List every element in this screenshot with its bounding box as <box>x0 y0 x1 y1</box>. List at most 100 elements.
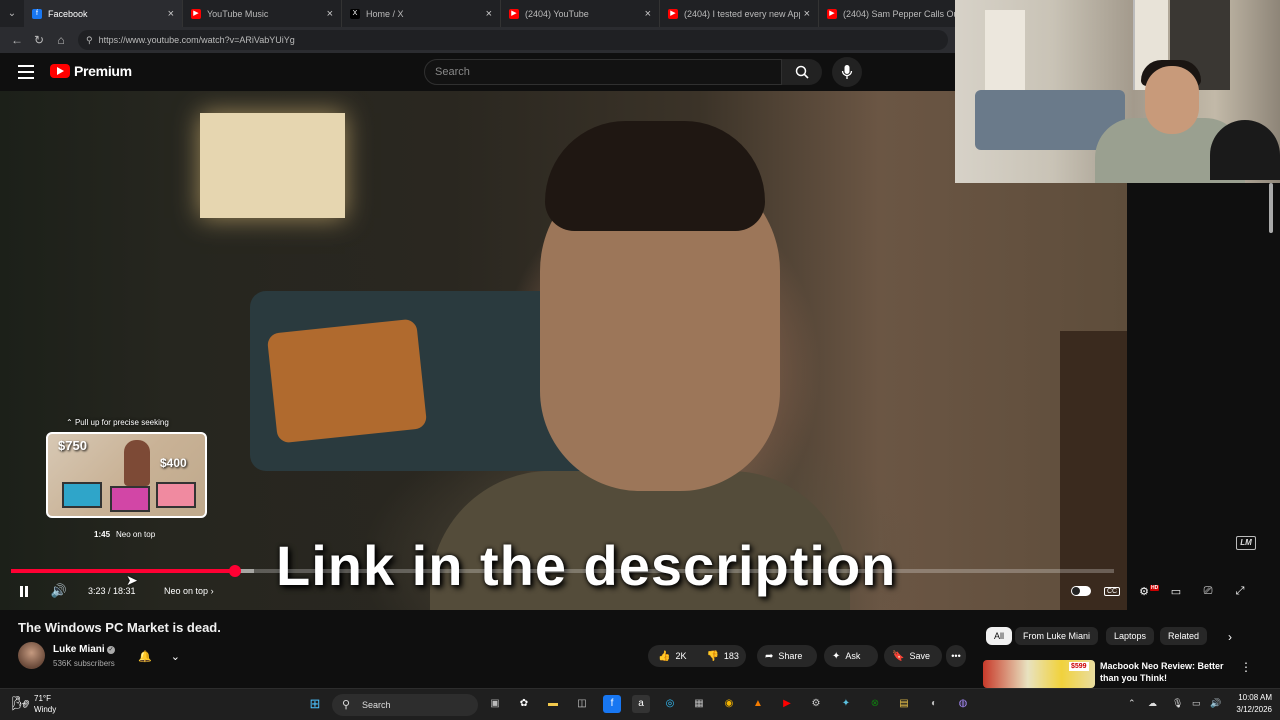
facebook-icon: f <box>32 8 42 19</box>
youtube-logo[interactable]: Premium <box>50 63 132 79</box>
microsoft-store-icon[interactable]: ◫ <box>573 695 591 713</box>
scrollbar[interactable] <box>1267 183 1275 683</box>
video-caption: Link in the description <box>276 534 897 597</box>
show-hidden-icons[interactable]: ⌃ <box>1128 698 1136 709</box>
task-view-icon[interactable]: ▣ <box>486 695 504 713</box>
channel-name[interactable]: Luke Miani <box>53 644 105 655</box>
browser-tab[interactable]: ▶ (2404) YouTube × <box>501 0 660 27</box>
vlc-icon[interactable]: ▲ <box>749 695 767 713</box>
cast-icon[interactable]: ⎚ <box>1198 582 1218 600</box>
sticky-notes-icon[interactable]: ▤ <box>895 695 913 713</box>
bookmark-icon: 🔖 <box>892 650 905 662</box>
steam-icon[interactable]: ⚙ <box>807 695 825 713</box>
filter-chip[interactable]: All <box>986 627 1013 645</box>
channel-watermark[interactable]: LM <box>1236 536 1256 550</box>
menu-icon[interactable] <box>18 65 34 79</box>
seek-preview-chapter: Neo on top <box>116 530 156 539</box>
youtube-music-icon: ▶ <box>191 8 201 19</box>
browser-tab[interactable]: X Home / X × <box>342 0 501 27</box>
tab-list-chevron-icon[interactable]: ⌄ <box>0 0 24 27</box>
url-field[interactable]: ⚲ https://www.youtube.com/watch?v=ARiVab… <box>78 30 948 50</box>
save-button[interactable]: 🔖 Save <box>884 645 942 667</box>
ask-label: Ask <box>845 651 861 661</box>
tab-label: Facebook <box>48 8 88 19</box>
recommended-thumbnail[interactable]: $599 <box>983 660 1095 688</box>
browser-tab[interactable]: ▶ YouTube Music × <box>183 0 342 27</box>
windows-start-icon[interactable]: ⊞ <box>306 695 324 713</box>
facebook-icon[interactable]: f <box>603 695 621 713</box>
chrome-icon[interactable]: ◉ <box>720 695 738 713</box>
recommended-more-icon[interactable]: ⋮ <box>1240 660 1252 674</box>
video-title: The Windows PC Market is dead. <box>18 620 221 635</box>
search-input[interactable]: Search <box>424 59 782 85</box>
close-tab-icon[interactable]: × <box>645 8 651 20</box>
fullscreen-icon[interactable]: ⤢ <box>1230 582 1250 600</box>
filter-chip[interactable]: Related <box>1160 627 1208 645</box>
xbox-icon[interactable]: ⊗ <box>866 695 884 713</box>
back-arrow-icon[interactable]: ← <box>6 29 28 51</box>
dislike-button[interactable]: 👎 183 <box>696 645 748 667</box>
volume-tray-icon[interactable]: 🔊 <box>1210 698 1221 709</box>
filter-chip[interactable]: From Luke Miani <box>1015 627 1099 645</box>
chevron-right-icon: › <box>210 586 214 596</box>
obs-icon[interactable]: ◍ <box>954 695 972 713</box>
file-explorer-icon[interactable]: ▬ <box>544 695 562 713</box>
subtitles-button[interactable]: CC <box>1102 582 1122 600</box>
seek-hint-text: Pull up for precise seeking <box>74 418 169 427</box>
chevron-up-icon: ⌃ <box>66 418 73 427</box>
autoplay-toggle[interactable] <box>1070 582 1092 600</box>
home-icon[interactable]: ⌂ <box>50 29 72 51</box>
close-tab-icon[interactable]: × <box>168 8 174 20</box>
clock-date[interactable]: 3/12/2026 <box>1232 705 1272 714</box>
search-button[interactable] <box>782 59 822 85</box>
network-icon[interactable]: ▭ <box>1192 698 1201 709</box>
close-tab-icon[interactable]: × <box>486 8 492 20</box>
reload-icon[interactable]: ↻ <box>28 29 50 51</box>
amazon-icon[interactable]: a <box>632 695 650 713</box>
channel-avatar[interactable] <box>18 642 45 669</box>
x-icon: X <box>350 8 360 19</box>
progress-bar[interactable] <box>11 565 1114 577</box>
recommended-title[interactable]: Macbook Neo Review: Better than you Thin… <box>1100 660 1228 684</box>
share-button[interactable]: ➦ Share <box>757 645 817 667</box>
microphone-icon <box>841 65 853 79</box>
notification-bell-button[interactable]: 🔔 ⌄ <box>138 646 180 666</box>
progress-played <box>11 569 235 573</box>
browser-tab[interactable]: f Facebook × <box>24 0 183 27</box>
app-icon[interactable]: ✦ <box>837 695 855 713</box>
weather-icon[interactable]: 🌬 <box>12 695 30 712</box>
search-icon <box>795 65 809 79</box>
chips-next-arrow-icon[interactable]: › <box>1228 630 1232 644</box>
clock-time[interactable]: 10:08 AM <box>1232 693 1272 702</box>
filter-chip[interactable]: Laptops <box>1106 627 1155 645</box>
calculator-icon[interactable]: ▦ <box>690 695 708 713</box>
youtube-icon[interactable]: ▶ <box>778 695 796 713</box>
youtube-play-icon <box>50 64 70 78</box>
scrollbar-thumb[interactable] <box>1269 183 1273 233</box>
tab-label: Home / X <box>366 8 404 19</box>
seek-preview-time: 1:45 Neo on top <box>94 530 155 539</box>
voice-search-button[interactable] <box>832 57 862 87</box>
mic-tray-icon[interactable]: 🎙 <box>1172 698 1183 709</box>
scrubber-handle[interactable] <box>228 565 241 577</box>
pause-icon[interactable] <box>18 582 30 600</box>
chrome-alt-icon[interactable]: ◐ <box>925 695 943 713</box>
copilot-icon[interactable]: ✿ <box>515 695 533 713</box>
site-info-icon[interactable]: ⚲ <box>86 35 93 46</box>
close-tab-icon[interactable]: × <box>327 8 333 20</box>
seek-preview-timestamp: 1:45 <box>94 530 111 539</box>
close-tab-icon[interactable]: × <box>804 8 810 20</box>
more-actions-icon[interactable]: ••• <box>946 645 966 667</box>
volume-icon[interactable]: 🔊 <box>50 582 68 600</box>
like-button[interactable]: 👍 2K <box>648 645 696 667</box>
miniplayer-icon[interactable]: ▭ <box>1166 582 1186 600</box>
chapter-button[interactable]: Neo on top › <box>164 582 214 600</box>
like-dislike-group: 👍 2K 👎 183 <box>648 645 746 667</box>
logo-text: Premium <box>74 63 132 79</box>
browser-tab[interactable]: ▶ (2404) I tested every new Apple P × <box>660 0 819 27</box>
onedrive-icon[interactable]: ☁ <box>1148 698 1157 709</box>
taskbar-search[interactable]: ⚲ Search <box>332 694 478 716</box>
edge-icon[interactable]: ◎ <box>661 695 679 713</box>
weather-condition: Windy <box>34 705 57 714</box>
ask-button[interactable]: ✦ Ask <box>824 645 878 667</box>
